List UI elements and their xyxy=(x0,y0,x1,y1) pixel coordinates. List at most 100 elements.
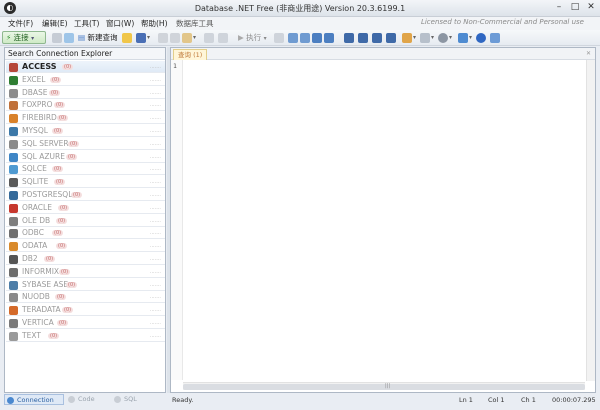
copy-icon[interactable] xyxy=(170,33,180,43)
row-menu-icon[interactable]: ······· xyxy=(150,91,161,97)
paste-dropdown-icon[interactable]: ▾ xyxy=(193,34,196,41)
disconnect-icon[interactable] xyxy=(52,33,62,43)
tab-sql[interactable]: SQL xyxy=(112,394,152,405)
redo-icon[interactable] xyxy=(218,33,228,43)
help-icon[interactable] xyxy=(476,33,486,43)
sql-text-area[interactable] xyxy=(184,60,586,380)
row-menu-icon[interactable]: ······· xyxy=(150,219,161,225)
outdent-icon[interactable] xyxy=(324,33,334,43)
bookmark-icon[interactable] xyxy=(386,33,396,43)
sidebar-item-text[interactable]: TEXT (0) ······· xyxy=(6,330,165,342)
sidebar-item-postgresql[interactable]: POSTGRESQL (0) ······· xyxy=(6,189,165,201)
gear-icon[interactable] xyxy=(438,33,448,43)
horizontal-scroll-thumb[interactable] xyxy=(183,384,585,390)
vertical-scrollbar[interactable] xyxy=(586,60,595,381)
settings-dropdown-icon[interactable]: ▾ xyxy=(449,34,452,41)
row-menu-icon[interactable]: ······· xyxy=(150,295,161,301)
sidebar-item-vertica[interactable]: VERTICA (0) ······· xyxy=(6,317,165,329)
row-menu-icon[interactable]: ······· xyxy=(150,103,161,109)
row-menu-icon[interactable]: ······· xyxy=(150,167,161,173)
uppercase-icon[interactable] xyxy=(358,33,368,43)
layout-dropdown-icon[interactable]: ▾ xyxy=(469,34,472,41)
export-icon[interactable] xyxy=(402,33,412,43)
sidebar-item-firebird[interactable]: FIREBIRD (0) ······· xyxy=(6,112,165,125)
explorer-search-title[interactable]: Search Connection Explorer xyxy=(5,48,165,60)
save-dropdown-icon[interactable]: ▾ xyxy=(147,34,150,41)
row-menu-icon[interactable]: ······· xyxy=(150,116,161,122)
execute-button[interactable]: ▶ 执行 ▾ xyxy=(238,32,267,43)
export-dropdown-icon[interactable]: ▾ xyxy=(413,34,416,41)
sidebar-item-sybase-ase[interactable]: SYBASE ASE (0) ······· xyxy=(6,279,165,291)
sidebar-item-sql-azure[interactable]: SQL AZURE (0) ······· xyxy=(6,151,165,163)
menu-window[interactable]: 窗口(W) xyxy=(106,18,134,29)
tab-code[interactable]: Code xyxy=(66,394,106,405)
row-menu-icon[interactable]: ······· xyxy=(150,65,161,71)
row-menu-icon[interactable]: ······· xyxy=(150,321,161,327)
find-dropdown-icon[interactable]: ▾ xyxy=(431,34,434,41)
layout-icon[interactable] xyxy=(458,33,468,43)
sidebar-item-foxpro[interactable]: FOXPRO (0) ······· xyxy=(6,99,165,112)
sidebar-item-label: ODATA xyxy=(22,241,48,251)
check-syntax-icon[interactable] xyxy=(274,33,284,43)
cut-icon[interactable] xyxy=(158,33,168,43)
tab-query-1[interactable]: 查询 (1) xyxy=(173,49,208,60)
close-button[interactable]: ✕ xyxy=(586,2,596,13)
refresh-icon[interactable] xyxy=(64,33,74,43)
row-menu-icon[interactable]: ······· xyxy=(150,155,161,161)
menu-tools[interactable]: 工具(T) xyxy=(74,18,99,29)
row-menu-icon[interactable]: ······· xyxy=(150,334,161,340)
row-menu-icon[interactable]: ······· xyxy=(150,244,161,250)
sidebar-item-odbc[interactable]: ODBC (0) ······· xyxy=(6,227,165,240)
menu-file[interactable]: 文件(F) xyxy=(8,18,33,29)
sidebar-item-access[interactable]: ACCESS (0) ······· xyxy=(6,61,165,73)
connect-button[interactable]: ⚡ 连接 ▾ xyxy=(2,31,46,44)
format-icon[interactable] xyxy=(344,33,354,43)
row-menu-icon[interactable]: ······· xyxy=(150,180,161,186)
row-menu-icon[interactable]: ······· xyxy=(150,283,161,289)
sidebar-item-ole-db[interactable]: OLE DB (0) ······· xyxy=(6,215,165,227)
save-icon[interactable] xyxy=(136,33,146,43)
tab-connection[interactable]: Connection xyxy=(4,394,64,405)
sidebar-item-label: POSTGRESQL xyxy=(22,190,73,199)
sidebar-item-mysql[interactable]: MYSQL (0) ······· xyxy=(6,125,165,137)
sidebar-item-sqlce[interactable]: SQLCE (0) ······· xyxy=(6,163,165,176)
menu-edit[interactable]: 编辑(E) xyxy=(42,18,68,29)
close-tab-icon[interactable]: ✕ xyxy=(586,50,591,57)
menu-db-tools[interactable]: 数据库工具 xyxy=(176,18,214,29)
row-menu-icon[interactable]: ······· xyxy=(150,206,161,212)
sidebar-item-sql-server[interactable]: SQL SERVER (0) ······· xyxy=(6,138,165,150)
find-icon[interactable] xyxy=(420,33,430,43)
sidebar-item-nuodb[interactable]: NUODB (0) ······· xyxy=(6,291,165,304)
row-menu-icon[interactable]: ······· xyxy=(150,129,161,135)
horizontal-scrollbar[interactable]: ||| xyxy=(183,382,585,390)
uncomment-icon[interactable] xyxy=(300,33,310,43)
sidebar-item-db2[interactable]: DB2 (0) ······· xyxy=(6,253,165,265)
sidebar-item-label: DB2 xyxy=(22,254,38,263)
row-menu-icon[interactable]: ······· xyxy=(150,270,161,276)
open-folder-icon[interactable] xyxy=(122,33,132,43)
row-menu-icon[interactable]: ······· xyxy=(150,231,161,237)
minimize-button[interactable]: – xyxy=(554,2,564,13)
sidebar-item-excel[interactable]: EXCEL (0) ······· xyxy=(6,74,165,86)
row-menu-icon[interactable]: ······· xyxy=(150,257,161,263)
sidebar-item-dbase[interactable]: DBASE (0) ······· xyxy=(6,87,165,99)
wifi-icon[interactable] xyxy=(490,33,500,43)
sidebar-item-sqlite[interactable]: SQLITE (0) ······· xyxy=(6,176,165,189)
menu-help[interactable]: 帮助(H) xyxy=(141,18,168,29)
row-menu-icon[interactable]: ······· xyxy=(150,78,161,84)
maximize-button[interactable]: □ xyxy=(570,2,580,13)
sidebar-item-teradata[interactable]: TERADATA (0) ······· xyxy=(6,304,165,317)
status-elapsed: 00:00:07.295 xyxy=(552,396,596,404)
sidebar-item-odata[interactable]: ODATA (0) ······· xyxy=(6,240,165,253)
lowercase-icon[interactable] xyxy=(372,33,382,43)
row-menu-icon[interactable]: ······· xyxy=(150,142,161,148)
row-menu-icon[interactable]: ······· xyxy=(150,193,161,199)
undo-icon[interactable] xyxy=(204,33,214,43)
sidebar-item-oracle[interactable]: ORACLE (0) ······· xyxy=(6,202,165,214)
indent-icon[interactable] xyxy=(312,33,322,43)
new-query-button[interactable]: ▤ 新建查询 xyxy=(78,32,117,43)
row-menu-icon[interactable]: ······· xyxy=(150,308,161,314)
sidebar-item-informix[interactable]: INFORMIX (0) ······· xyxy=(6,266,165,278)
comment-icon[interactable] xyxy=(288,33,298,43)
paste-icon[interactable] xyxy=(182,33,192,43)
